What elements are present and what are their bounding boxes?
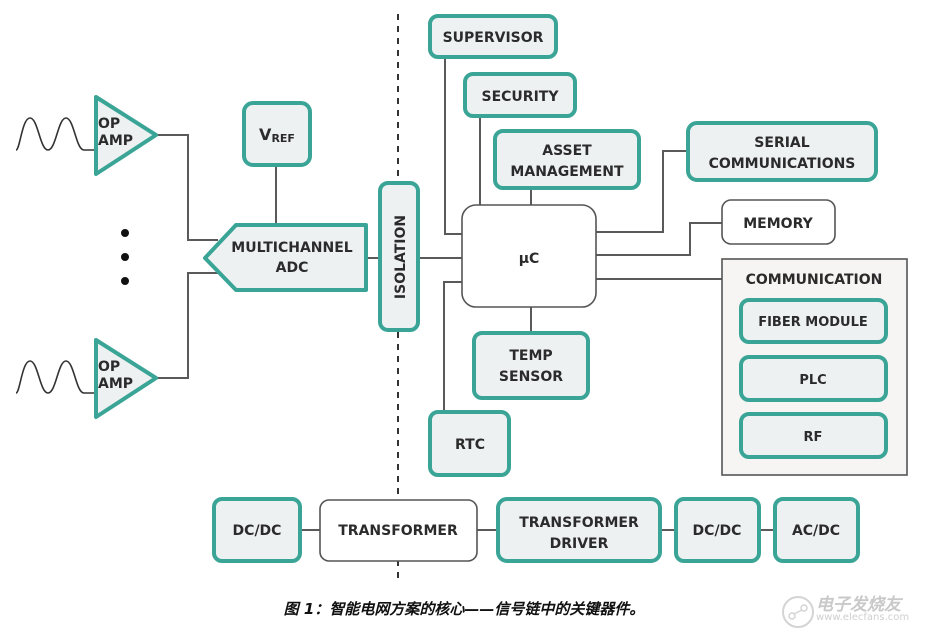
transformer-block: TRANSFORMER [319,499,478,562]
svg-text:COMMUNICATIONS: COMMUNICATIONS [709,156,856,172]
svg-text:DC/DC: DC/DC [233,523,282,539]
op-amp-top: OP AMP [94,95,158,176]
svg-text:AC/DC: AC/DC [792,523,840,539]
isolation-block: ISOLATION [378,181,420,332]
rtc-block: RTC [428,410,511,477]
svg-text:MEMORY: MEMORY [743,216,813,232]
acdc-block: AC/DC [773,497,860,563]
op-amp-bottom: OP AMP [94,338,158,419]
svg-text:MANAGEMENT: MANAGEMENT [510,164,624,180]
microcontroller-block: μC [461,204,597,308]
serial-communications-block: SERIAL COMMUNICATIONS [686,121,878,182]
supervisor-block: SUPERVISOR [428,14,558,59]
svg-text:RF: RF [804,430,823,445]
svg-text:TEMP: TEMP [509,348,552,364]
svg-text:TRANSFORMER: TRANSFORMER [338,523,458,539]
vref-block: VREF [242,101,312,167]
svg-text:PLC: PLC [799,373,826,388]
svg-text:SUPERVISOR: SUPERVISOR [443,30,544,46]
asset-management-block: ASSET MANAGEMENT [493,129,641,190]
security-block: SECURITY [463,72,577,118]
svg-text:SERIAL: SERIAL [754,135,809,151]
svg-text:TRANSFORMER: TRANSFORMER [519,515,639,531]
multichannel-adc-block: MULTICHANNEL ADC [203,223,368,292]
smart-grid-signal-chain-diagram: OP AMP OP AMP VREF MULTICHANNEL ADC ISOL… [15,14,908,580]
temp-sensor-block: TEMP SENSOR [472,331,590,400]
fiber-module-block: FIBER MODULE [739,298,888,344]
dcdc-left-block: DC/DC [212,497,302,563]
watermark-url: www.elecfans.com [816,612,910,623]
svg-text:SECURITY: SECURITY [482,89,560,105]
plc-block: PLC [739,355,888,402]
svg-text:COMMUNICATION: COMMUNICATION [746,272,883,288]
more-channels-ellipsis-icon [121,229,129,285]
svg-text:ADC: ADC [276,260,309,276]
svg-text:OP: OP [98,359,120,375]
watermark: 电子发烧友 www.elecfans.com [778,588,928,633]
communication-group: COMMUNICATION FIBER MODULE PLC RF [721,258,908,476]
svg-text:OP: OP [98,116,120,132]
dcdc-right-block: DC/DC [674,497,761,563]
svg-text:ASSET: ASSET [542,143,592,159]
analog-signal-wave-icon-top [15,117,96,151]
svg-text:μC: μC [519,251,540,267]
svg-text:ISOLATION: ISOLATION [393,215,409,299]
watermark-logo-icon [782,596,814,628]
svg-text:RTC: RTC [455,437,485,453]
transformer-driver-block: TRANSFORMER DRIVER [496,497,662,563]
svg-text:SENSOR: SENSOR [499,369,563,385]
svg-text:AMP: AMP [98,133,133,149]
svg-text:MULTICHANNEL: MULTICHANNEL [231,240,352,256]
svg-text:DC/DC: DC/DC [693,523,742,539]
svg-text:AMP: AMP [98,376,133,392]
svg-text:DRIVER: DRIVER [550,536,609,552]
rf-block: RF [739,412,888,459]
memory-block: MEMORY [721,199,836,245]
analog-signal-wave-icon-bottom [15,360,96,394]
svg-text:FIBER MODULE: FIBER MODULE [758,315,868,330]
